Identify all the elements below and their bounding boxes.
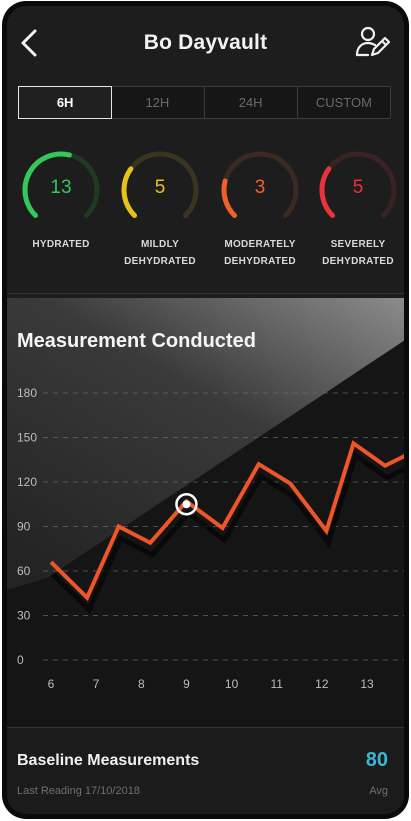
gauge-2: 3 MODERATELY DEHYDRATED [211,148,309,270]
y-tick-label: 120 [17,475,37,489]
chart-canvas: 0 30 60 90 120 150 180 6 7 8 9 10 11 12 13 [7,298,404,728]
x-tick-label: 9 [183,677,190,691]
y-tick-label: 180 [17,386,37,400]
y-tick-label: 0 [17,653,24,667]
gauge-label: MODERATELY DEHYDRATED [211,236,309,270]
gauge-label: HYDRATED [12,236,110,253]
x-tick-label: 13 [360,677,374,691]
time-range-tabs: 6H 12H 24H CUSTOM [18,86,391,119]
section-divider [7,293,404,294]
tab-24h[interactable]: 24H [205,87,298,118]
measurement-chart: Measurement Conducted 0 30 60 90 120 150 180 6 7… [7,298,404,728]
gauge-value: 13 [50,177,72,198]
gauge-label-line2: DEHYDRATED [124,256,196,267]
x-tick-label: 10 [225,677,239,691]
gauge-0: 13 HYDRATED [12,148,110,253]
phone-frame: Bo Dayvault 6H 12H 24H CUSTOM 13 HYDRATED… [2,1,409,819]
x-tick-label: 8 [138,677,145,691]
avg-value: 80 [365,749,388,771]
gauge-label-line1: MODERATELY [224,239,296,250]
gauge-label: MILDLY DEHYDRATED [111,236,209,270]
tab-custom[interactable]: CUSTOM [298,87,390,118]
gauge-label: SEVERELY DEHYDRATED [309,236,404,270]
page-title: Bo Dayvault [143,31,268,54]
gauge-value: 5 [352,177,364,198]
edit-profile-button[interactable] [354,24,392,62]
x-tick-label: 12 [315,677,329,691]
tab-6h[interactable]: 6H [18,86,113,119]
x-tick-label: 7 [93,677,100,691]
user-edit-icon [355,26,391,57]
gauge-label-line2: DEHYDRATED [322,256,394,267]
highlight-point-dot [182,500,191,509]
gauge-3: 5 SEVERELY DEHYDRATED [309,148,404,270]
avg-label: Avg [369,785,388,797]
app-header: Bo Dayvault [7,6,404,80]
gauge-label-line2: DEHYDRATED [224,256,296,267]
gauge-value: 3 [254,177,266,198]
last-reading: Last Reading 17/10/2018 [17,785,140,797]
chevron-left-icon [21,29,37,57]
tab-12h[interactable]: 12H [111,87,205,118]
gauge-label-line1: MILDLY [140,239,180,250]
baseline-footer: Baseline Measurements Last Reading 17/10… [7,728,404,814]
gauge-1: 5 MILDLY DEHYDRATED [111,148,209,270]
back-button[interactable] [15,26,43,60]
y-tick-label: 90 [17,520,31,534]
gauge-label-line1: SEVERELY [330,239,386,250]
hydration-gauges: 13 HYDRATED 5 MILDLY DEHYDRATED 3 MODERATELY DE… [7,148,404,278]
chart-title: Measurement Conducted [17,330,256,352]
y-tick-label: 30 [17,609,31,623]
gauge-label-line1: HYDRATED [32,239,90,250]
baseline-title: Baseline Measurements [17,752,200,769]
x-tick-label: 11 [270,677,283,691]
y-tick-label: 60 [17,564,31,578]
app-screen: Bo Dayvault 6H 12H 24H CUSTOM 13 HYDRATED… [7,6,404,814]
y-tick-label: 150 [17,431,37,445]
gauge-value: 5 [154,177,166,198]
x-tick-label: 6 [48,677,55,691]
